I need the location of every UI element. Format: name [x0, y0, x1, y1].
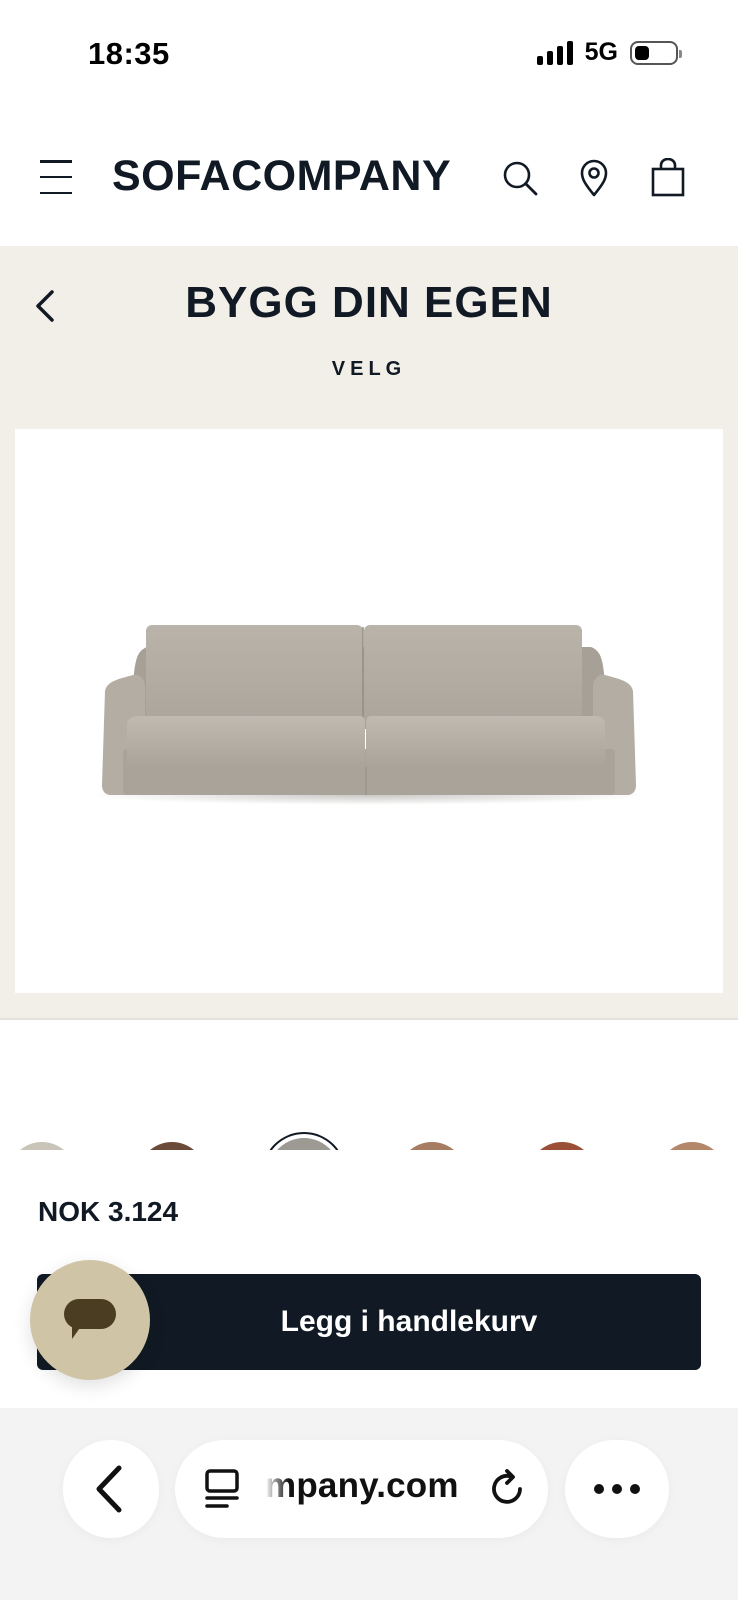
url-fade	[259, 1462, 289, 1516]
back-arrow-icon	[96, 1465, 122, 1513]
menu-icon[interactable]	[40, 160, 72, 194]
battery-icon	[630, 40, 682, 65]
location-pin-icon[interactable]	[574, 158, 614, 198]
sofa-image	[15, 429, 723, 993]
page-title: BYGG DIN EGEN	[185, 278, 553, 327]
fabric-swatch[interactable]	[8, 1142, 76, 1150]
shopping-bag-icon[interactable]	[648, 158, 688, 198]
fabric-swatch[interactable]	[398, 1142, 466, 1150]
more-button[interactable]	[565, 1440, 669, 1538]
fabric-swatch[interactable]	[528, 1142, 596, 1150]
sofa-illustration	[89, 625, 649, 805]
fabric-swatch[interactable]	[138, 1142, 206, 1150]
search-icon[interactable]	[500, 158, 540, 198]
chat-bubble-icon	[64, 1299, 116, 1339]
reload-icon[interactable]	[487, 1468, 529, 1510]
status-bar: 18:35 5G	[0, 0, 738, 110]
signal-icon	[536, 40, 573, 65]
price: NOK 3.124	[38, 1196, 179, 1227]
more-icon	[594, 1484, 640, 1494]
network-type: 5G	[584, 38, 618, 66]
browser-toolbar: mpany.com	[0, 1408, 738, 1600]
address-bar[interactable]: mpany.com	[175, 1440, 548, 1538]
fabric-swatch-row	[0, 1128, 738, 1150]
page-subtitle: VELG	[331, 358, 407, 380]
fabric-swatch[interactable]	[658, 1142, 726, 1150]
browser-back-button[interactable]	[63, 1440, 159, 1538]
chat-button[interactable]	[30, 1260, 150, 1380]
url-text: mpany.com	[265, 1466, 459, 1505]
site-logo[interactable]: SOFACOMPANY	[112, 152, 451, 201]
status-indicators: 5G	[536, 38, 682, 67]
site-header: SOFACOMPANY	[0, 130, 738, 230]
configurator-section: BYGG DIN EGEN VELG	[0, 246, 738, 1020]
page-icon	[205, 1469, 239, 1508]
status-time: 18:35	[88, 36, 170, 71]
fabric-swatch-selected[interactable]	[268, 1138, 340, 1150]
